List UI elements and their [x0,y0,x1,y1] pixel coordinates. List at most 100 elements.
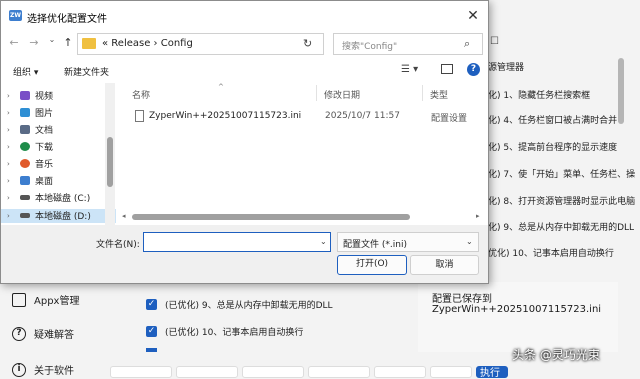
column-header-type[interactable]: 类型 [430,88,448,101]
expand-chevron-icon[interactable]: › [7,143,15,151]
search-input[interactable]: 搜索"Config" [342,39,397,52]
horizontal-scrollbar-thumb[interactable] [132,214,410,220]
breadcrumb[interactable]: « Release › Config [102,38,193,49]
navpane-scrollbar-thumb[interactable] [107,137,113,187]
dialog-footer: 文件名(N): ⌄ 配置文件 (*.ini) ⌄ 打开(O) 取消 [1,225,488,283]
nav-item-documents[interactable]: › 文档 [7,123,53,136]
nav-item-music[interactable]: › 音乐 [7,157,53,170]
help-icon[interactable]: ? [467,63,480,76]
file-row[interactable]: ZyperWin++20251007115723.ini 2025/10/7 1… [131,107,483,125]
scroll-left-icon[interactable]: ◂ [122,212,126,220]
filename-input[interactable]: ⌄ [143,232,331,252]
nav-item-label: 图片 [35,109,54,119]
horizontal-scrollbar[interactable]: ◂ ▸ [120,211,488,223]
option-checkbox-row[interactable]: ✓ (已优化) 10、记事本启用自动换行 [146,325,303,338]
back-arrow-icon[interactable]: ← [7,36,21,49]
file-open-dialog: ZW 选择优化配置文件 ✕ ← → ⌄ ↑ « Release › Config… [0,0,489,284]
maximize-icon[interactable]: ☐ [490,36,499,47]
result-text: 配置已保存到 [432,294,492,305]
expand-chevron-icon[interactable]: › [7,177,15,185]
scroll-right-icon[interactable]: ▸ [476,212,480,220]
list-item: 化) 9、总是从内存中卸载无用的DLL [488,223,635,233]
file-list: 名称 ^ 修改日期 类型 [120,83,488,225]
dialog-toolbar: 组织 ▾ 新建文件夹 ☰ ▾ ? [1,59,488,83]
filename-label: 文件名(N): [96,240,140,250]
refresh-icon[interactable]: ↻ [303,37,312,50]
nav-item-desktop[interactable]: › 桌面 [7,174,53,187]
dialog-title: 选择优化配置文件 [27,14,107,25]
bottom-button[interactable] [430,366,472,378]
checkbox-checked-icon[interactable]: ✓ [146,299,157,310]
open-button[interactable]: 打开(O) [337,255,407,275]
bottom-button[interactable] [110,366,172,378]
result-filename: ZyperWin++20251007115723.ini [432,304,602,315]
expand-chevron-icon[interactable]: › [7,92,15,100]
download-icon [20,142,30,151]
bottom-button[interactable] [308,366,370,378]
nav-item-drive-d[interactable]: › 本地磁盘 (D:) [7,209,91,223]
nav-item-label: 文档 [35,126,54,136]
column-header-name[interactable]: 名称 [132,88,150,101]
checkbox-partial[interactable] [146,348,157,352]
nav-item-label: 音乐 [35,160,54,170]
dialog-titlebar[interactable]: ZW 选择优化配置文件 ✕ [1,1,488,31]
bottom-button[interactable] [176,366,238,378]
recent-locations-chevron-icon[interactable]: ⌄ [45,35,59,44]
address-bar[interactable]: « Release › Config ⌄ [77,33,368,55]
filetype-value: 配置文件 (*.ini) [343,240,407,250]
expand-chevron-icon[interactable]: › [7,212,15,220]
sidebar-item-appx[interactable]: Appx管理 [12,292,79,307]
picture-icon [20,108,30,117]
app-icon: ZW [9,10,22,21]
column-divider[interactable] [316,85,317,101]
filetype-chevron-icon[interactable]: ⌄ [466,237,473,246]
expand-chevron-icon[interactable]: › [7,160,15,168]
sidebar-item-about[interactable]: i 关于软件 [12,362,74,377]
sidebar-item-troubleshoot[interactable]: ? 疑难解答 [12,326,74,341]
column-header-date[interactable]: 修改日期 [324,88,360,101]
list-item: 化) 7、使「开始」菜单、任务栏、操 [488,170,636,180]
organize-menu[interactable]: 组织 ▾ [13,65,38,78]
file-type: 配置设置 [431,114,468,124]
list-item: 优化) 10、记事本启用自动换行 [488,249,614,259]
sidebar-item-label: 疑难解答 [34,330,74,341]
sidebar-item-label: Appx管理 [34,296,80,307]
bottom-button[interactable] [374,366,426,378]
nav-item-label: 视频 [35,92,54,102]
list-item: 化) 4、任务栏窗口被占满时合并 [488,116,618,126]
filetype-select[interactable]: 配置文件 (*.ini) ⌄ [337,232,479,252]
new-folder-button[interactable]: 新建文件夹 [64,65,109,78]
cancel-button[interactable]: 取消 [410,255,479,275]
checkbox-checked-icon[interactable]: ✓ [146,326,157,337]
nav-item-label: 桌面 [35,177,54,187]
nav-item-downloads[interactable]: › 下载 [7,140,53,153]
expand-chevron-icon[interactable]: › [7,194,15,202]
column-divider[interactable] [422,85,423,101]
up-arrow-icon[interactable]: ↑ [61,36,75,49]
file-name: ZyperWin++20251007115723.ini [149,111,302,121]
preview-pane-icon[interactable] [441,64,453,74]
expand-chevron-icon[interactable]: › [7,109,15,117]
drive-icon [20,213,30,218]
folder-icon [82,38,96,49]
bottom-button[interactable] [242,366,304,378]
close-button[interactable]: ✕ [461,5,485,27]
bottom-button-label: 执行 [480,368,500,379]
video-icon [20,91,30,100]
list-item: 化) 1、隐藏任务栏搜索框 [488,91,591,101]
search-icon[interactable]: ⌕ [464,37,470,51]
music-icon [20,159,30,168]
file-date: 2025/10/7 11:57 [325,111,400,121]
nav-item-videos[interactable]: › 视频 [7,89,53,102]
navigation-bar: ← → ⌄ ↑ « Release › Config ⌄ ↻ 搜索"Config… [1,31,488,59]
nav-item-pictures[interactable]: › 图片 [7,106,53,119]
view-options-icon[interactable]: ☰ ▾ [401,64,418,75]
search-box[interactable]: 搜索"Config" ⌕ [333,33,483,55]
forward-arrow-icon[interactable]: → [27,36,41,49]
drive-icon [20,195,30,200]
panel-scrollbar[interactable] [618,58,624,124]
nav-item-drive-c[interactable]: › 本地磁盘 (C:) [7,191,90,205]
filename-history-chevron-icon[interactable]: ⌄ [320,237,327,246]
option-checkbox-row[interactable]: ✓ (已优化) 9、总是从内存中卸载无用的DLL [146,298,333,311]
expand-chevron-icon[interactable]: › [7,126,15,134]
